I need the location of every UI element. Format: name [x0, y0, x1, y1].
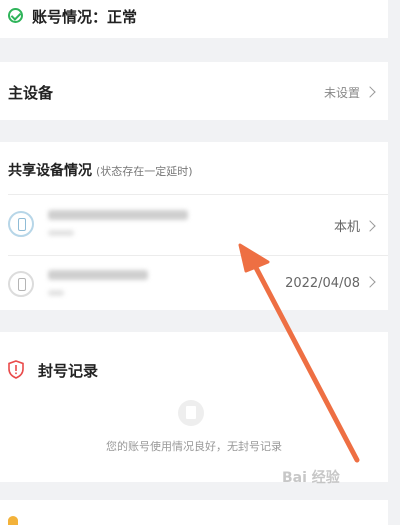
main-device-row[interactable]: 主设备 未设置: [0, 62, 388, 120]
divider: [8, 194, 388, 195]
main-device-label: 主设备: [8, 84, 54, 102]
phone-icon: [8, 271, 34, 297]
phone-icon: [8, 211, 34, 237]
shield-warning-icon: [8, 360, 24, 379]
ban-record-message: 您的账号使用情况良好，无封号记录: [106, 440, 282, 453]
chevron-right-icon: [364, 276, 376, 288]
redacted-device-name: [48, 210, 188, 220]
next-section: [0, 500, 388, 525]
redacted-device-detail: [48, 230, 74, 236]
ban-record-title: 封号记录: [38, 362, 99, 380]
partial-icon: [8, 516, 18, 525]
section-gap: [0, 38, 400, 62]
redacted-device-detail: [48, 290, 64, 296]
right-gutter: [388, 0, 400, 525]
chevron-right-icon: [364, 220, 376, 232]
section-gap: [0, 482, 400, 500]
redacted-device-name: [48, 270, 148, 280]
check-circle-icon: [8, 8, 23, 23]
watermark-logo: Bai 经验: [282, 470, 340, 486]
device-item[interactable]: 本机: [0, 198, 388, 256]
section-gap: [0, 120, 400, 142]
shared-devices-note: (状态存在一定延时): [96, 165, 193, 178]
shared-devices-title: 共享设备情况: [8, 163, 92, 179]
chevron-right-icon: [364, 86, 376, 98]
shared-devices-header: 共享设备情况 (状态存在一定延时): [8, 160, 193, 180]
device-item-date: 2022/04/08: [285, 276, 376, 291]
account-status-row: 账号情况：正常: [0, 0, 388, 38]
divider: [8, 255, 388, 256]
device-item[interactable]: 2022/04/08: [0, 258, 388, 316]
document-icon: [178, 400, 204, 426]
device-item-status: 本机: [334, 216, 376, 235]
ban-record-section: 封号记录 您的账号使用情况良好，无封号记录: [0, 332, 388, 482]
account-status-text: 账号情况：正常: [32, 8, 138, 26]
main-device-value: 未设置: [324, 84, 376, 101]
shared-devices-section: 共享设备情况 (状态存在一定延时) 本机 2022/04/08: [0, 142, 388, 310]
